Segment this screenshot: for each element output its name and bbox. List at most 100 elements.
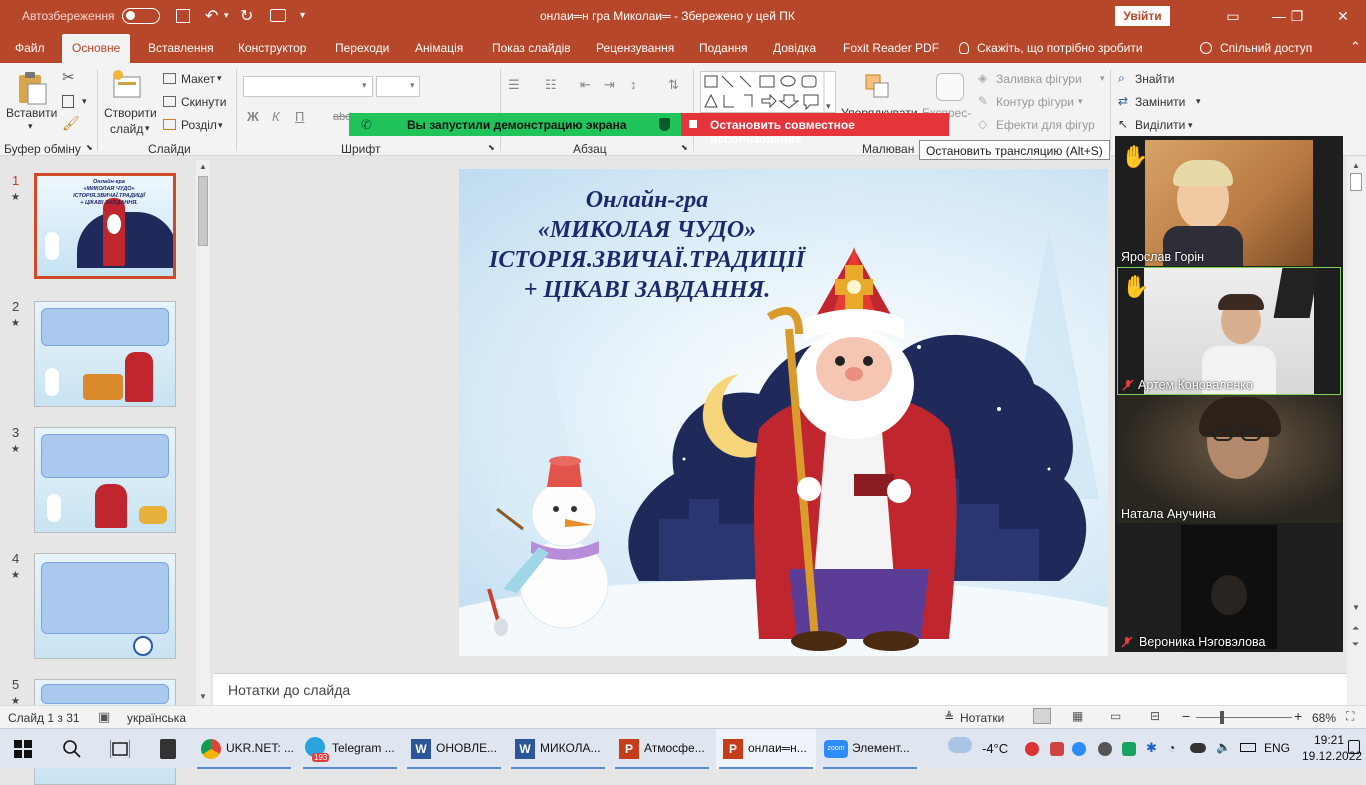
taskbar-word-2[interactable]: W МИКОЛА... bbox=[508, 729, 608, 769]
tray-app-icon[interactable] bbox=[1122, 742, 1136, 756]
customize-qat-icon[interactable]: ▾ bbox=[300, 10, 305, 21]
shape-fill-icon[interactable]: ◈ bbox=[978, 71, 987, 85]
slide-thumbnail-4[interactable] bbox=[34, 553, 176, 659]
increase-indent-icon[interactable]: ⇥ bbox=[604, 77, 615, 93]
slide-title-line1[interactable]: Онлайн-гра bbox=[459, 185, 847, 215]
slideshow-icon[interactable]: ⊟ bbox=[1150, 709, 1160, 723]
shape-outline-button[interactable]: Контур фігури bbox=[996, 95, 1074, 109]
find-button[interactable]: Знайти bbox=[1135, 72, 1174, 86]
collapse-ribbon-icon[interactable]: ⌃ bbox=[1350, 39, 1361, 55]
slide-scrollbar[interactable]: ▲ ▼ ⏶ ⏷ bbox=[1347, 157, 1366, 705]
tray-app-icon[interactable] bbox=[1050, 742, 1064, 756]
slide-title-line4[interactable]: + ЦІКАВІ ЗАВДАННЯ. bbox=[459, 275, 847, 305]
zoom-in-button[interactable]: + bbox=[1294, 708, 1302, 724]
new-slide-icon[interactable] bbox=[112, 69, 144, 101]
section-button[interactable]: Розділ bbox=[181, 118, 217, 132]
taskbar-powerpoint-1[interactable]: P Атмосфе... bbox=[612, 729, 712, 769]
stop-sharing-button[interactable]: Остановить совместное использование bbox=[681, 113, 949, 146]
font-name-input[interactable] bbox=[243, 76, 373, 97]
participant-tile-2[interactable]: ✋ Артем Коноваленко bbox=[1117, 267, 1341, 395]
replace-button[interactable]: Замінити bbox=[1135, 95, 1185, 109]
scroll-up-icon[interactable]: ▲ bbox=[199, 162, 207, 171]
paste-icon[interactable] bbox=[16, 71, 48, 105]
tab-file[interactable]: Файл bbox=[15, 41, 45, 55]
shape-fill-dropdown-icon[interactable]: ▾ bbox=[1100, 73, 1105, 84]
signin-button[interactable]: Увійти bbox=[1115, 6, 1170, 26]
slide-thumbnail-2[interactable] bbox=[34, 301, 176, 407]
text-direction-icon[interactable]: ⇅ bbox=[668, 77, 679, 93]
search-icon[interactable] bbox=[62, 739, 82, 759]
taskbar-telegram[interactable]: 193 Telegram ... bbox=[300, 729, 400, 769]
share-button[interactable]: Спільний доступ bbox=[1220, 41, 1312, 55]
arrange-icon[interactable] bbox=[864, 73, 892, 101]
next-slide-icon[interactable]: ⏷ bbox=[1352, 639, 1359, 650]
bullets-icon[interactable]: ☰ bbox=[508, 77, 520, 93]
shape-fill-button[interactable]: Заливка фігури bbox=[996, 72, 1082, 86]
quick-styles-icon[interactable] bbox=[936, 73, 964, 101]
participant-tile-1[interactable]: ✋ Ярослав Горін bbox=[1117, 138, 1341, 266]
paragraph-launcher-icon[interactable]: ⬊ bbox=[681, 143, 688, 152]
taskbar-chrome[interactable]: UKR.NET: ... bbox=[194, 729, 294, 769]
shapes-gallery[interactable]: ▾ bbox=[700, 71, 836, 113]
autosave-toggle[interactable] bbox=[122, 8, 160, 24]
taskbar-word-1[interactable]: W ОНОВЛЕ... bbox=[404, 729, 504, 769]
zoom-out-button[interactable]: − bbox=[1182, 708, 1190, 724]
tab-slideshow[interactable]: Показ слайдів bbox=[492, 41, 571, 55]
restore-button[interactable]: ❐ bbox=[1274, 0, 1320, 33]
new-slide-label-2[interactable]: слайд bbox=[110, 122, 143, 136]
clock-time[interactable]: 19:21 bbox=[1314, 733, 1344, 747]
calculator-icon[interactable] bbox=[160, 739, 176, 759]
scroll-down-icon[interactable]: ▼ bbox=[1352, 603, 1360, 612]
italic-button[interactable]: К bbox=[272, 109, 280, 124]
language-indicator[interactable]: українська bbox=[127, 711, 186, 725]
tab-help[interactable]: Довідка bbox=[773, 41, 816, 55]
copy-dropdown-icon[interactable]: ▾ bbox=[82, 96, 87, 107]
tab-design[interactable]: Конструктор bbox=[238, 41, 306, 55]
copy-icon[interactable] bbox=[62, 95, 74, 108]
zoom-slider[interactable] bbox=[1196, 717, 1292, 718]
decrease-indent-icon[interactable]: ⇤ bbox=[580, 77, 591, 93]
windows-start-icon[interactable] bbox=[14, 740, 32, 758]
select-dropdown-icon[interactable]: ▾ bbox=[1188, 120, 1193, 131]
zoom-slider-thumb[interactable] bbox=[1220, 711, 1224, 724]
reading-view-icon[interactable]: ▭ bbox=[1110, 709, 1121, 723]
tray-app-icon[interactable] bbox=[1098, 742, 1112, 756]
format-painter-icon[interactable]: 🖌 bbox=[62, 115, 80, 132]
scroll-thumb[interactable] bbox=[198, 176, 208, 246]
spellcheck-icon[interactable]: ▣ bbox=[98, 709, 110, 725]
paste-label[interactable]: Вставити bbox=[6, 106, 57, 120]
bluetooth-icon[interactable]: ✱ bbox=[1146, 740, 1157, 756]
weather-temp[interactable]: -4°C bbox=[982, 741, 1008, 756]
shape-outline-dropdown-icon[interactable]: ▾ bbox=[1078, 96, 1083, 107]
layout-dropdown-icon[interactable]: ▾ bbox=[217, 73, 222, 84]
slide-title-line2[interactable]: «МИКОЛАЯ ЧУДО» bbox=[459, 215, 847, 245]
clipboard-launcher-icon[interactable]: ⬊ bbox=[86, 143, 93, 152]
line-spacing-icon[interactable]: ↕ bbox=[630, 77, 637, 92]
paste-dropdown-icon[interactable]: ▾ bbox=[28, 121, 33, 132]
bold-button[interactable]: Ж bbox=[247, 109, 259, 124]
new-slide-dropdown-icon[interactable]: ▾ bbox=[145, 123, 150, 134]
participant-tile-4[interactable]: Вероника Нэговэлова bbox=[1117, 523, 1341, 651]
shape-effects-icon[interactable]: ◇ bbox=[978, 117, 987, 131]
thumbnail-scrollbar[interactable]: ▲ ▼ bbox=[196, 160, 210, 705]
close-button[interactable]: ✕ bbox=[1320, 0, 1366, 33]
undo-icon[interactable]: ↶ bbox=[205, 6, 218, 26]
save-icon[interactable] bbox=[176, 9, 190, 23]
taskbar-zoom[interactable]: zoom Элемент... bbox=[820, 729, 920, 769]
tell-me-search[interactable]: Скажіть, що потрібно зробити bbox=[977, 41, 1143, 55]
current-slide[interactable]: Онлайн-гра «МИКОЛАЯ ЧУДО» ІСТОРІЯ.ЗВИЧАЇ… bbox=[459, 169, 1108, 656]
shape-effects-button[interactable]: Ефекти для фігур bbox=[996, 118, 1095, 132]
normal-view-icon[interactable] bbox=[1033, 708, 1051, 724]
notifications-icon[interactable] bbox=[1348, 740, 1360, 754]
scroll-thumb[interactable] bbox=[1350, 173, 1362, 191]
weather-icon[interactable] bbox=[948, 737, 972, 753]
taskbar-powerpoint-2[interactable]: P онлаи═н... bbox=[716, 729, 816, 769]
tray-zoom-icon[interactable] bbox=[1072, 742, 1086, 756]
shape-outline-icon[interactable]: ✎ bbox=[978, 94, 988, 108]
slide-sorter-icon[interactable]: ▦ bbox=[1072, 709, 1083, 723]
ribbon-options-icon[interactable]: ▭ bbox=[1210, 0, 1256, 33]
layout-button[interactable]: Макет bbox=[181, 72, 215, 86]
font-name-dropdown-icon[interactable]: ▾ bbox=[362, 80, 367, 91]
section-dropdown-icon[interactable]: ▾ bbox=[218, 120, 223, 131]
scroll-up-icon[interactable]: ▲ bbox=[1352, 161, 1360, 170]
